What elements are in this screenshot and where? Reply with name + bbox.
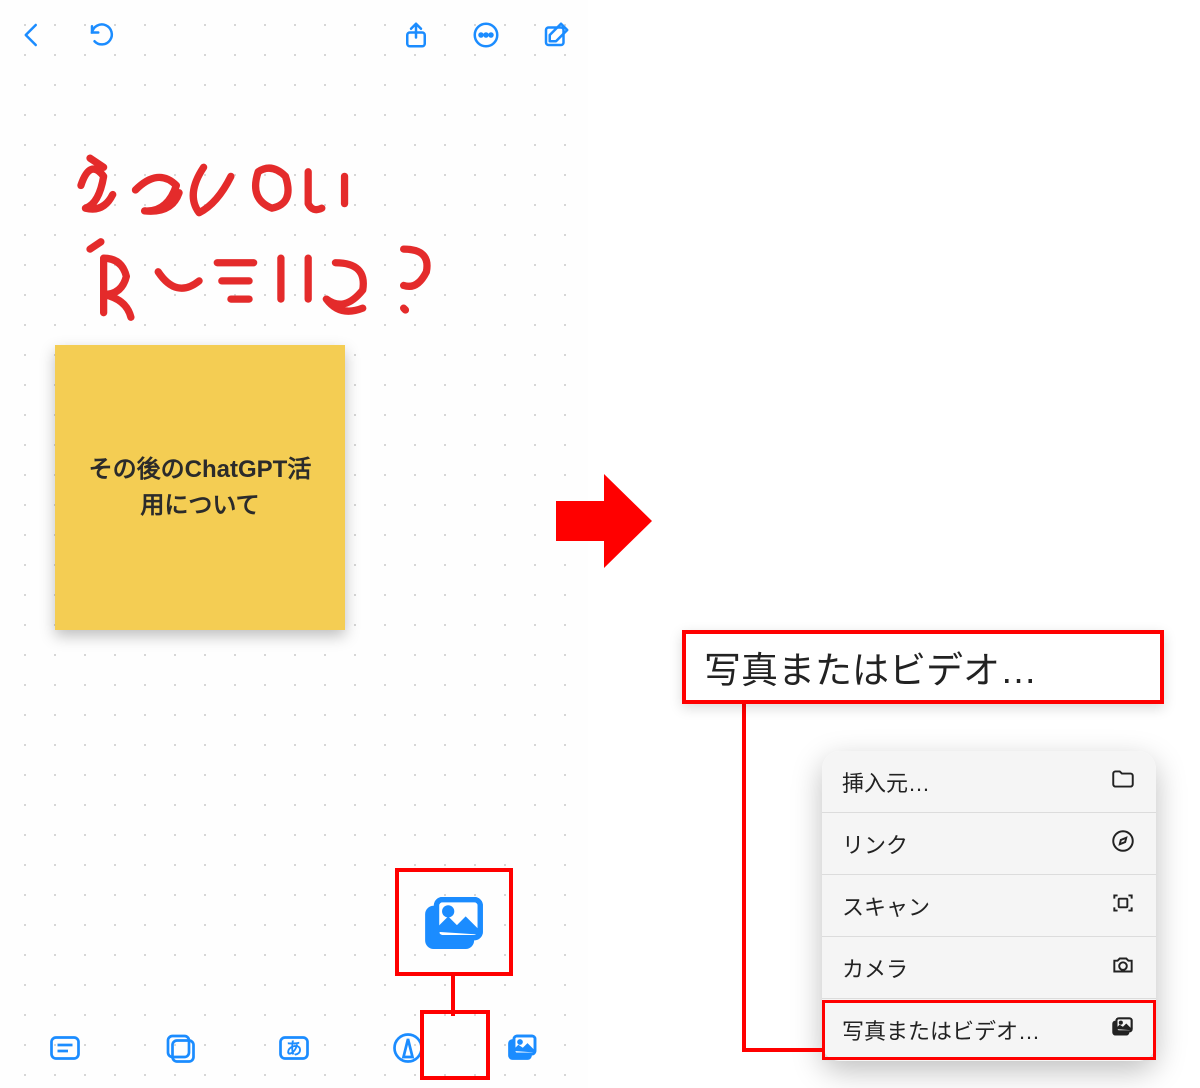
left-screen: その後のChatGPT活用について あ xyxy=(0,0,588,1088)
top-toolbar-left xyxy=(0,0,588,70)
svg-text:あ: あ xyxy=(286,1039,303,1058)
callout-text: 写真またはビデオ… xyxy=(704,640,1037,694)
share-icon[interactable] xyxy=(394,13,438,57)
undo-icon[interactable] xyxy=(80,13,124,57)
compass-icon xyxy=(1110,828,1136,860)
more-icon[interactable] xyxy=(464,13,508,57)
connector-line-3 xyxy=(742,1048,822,1052)
menu-item-camera[interactable]: カメラ xyxy=(822,937,1156,999)
drawing-tool-icon[interactable] xyxy=(384,1024,432,1072)
insert-menu-popover: 挿入元… リンク スキャン カメラ 写真またはビデオ… xyxy=(822,751,1156,1061)
menu-item-scan[interactable]: スキャン xyxy=(822,875,1156,937)
gallery-icon xyxy=(1110,1014,1136,1046)
menu-item-link[interactable]: リンク xyxy=(822,813,1156,875)
menu-item-label: スキャン xyxy=(842,890,930,922)
menu-item-label: 写真またはビデオ… xyxy=(842,1014,1040,1046)
menu-item-label: 挿入元… xyxy=(842,766,930,798)
compose-icon[interactable] xyxy=(534,13,578,57)
menu-item-insert-from[interactable]: 挿入元… xyxy=(822,751,1156,813)
connector-line-1 xyxy=(451,976,455,1016)
text-block-icon[interactable] xyxy=(41,1024,89,1072)
bottom-toolbar-left: あ xyxy=(0,1008,588,1088)
camera-icon xyxy=(1110,952,1136,984)
connector-line-2 xyxy=(742,704,746,1052)
text-style-icon[interactable]: あ xyxy=(270,1024,318,1072)
sticky-note-text: その後のChatGPT活用について xyxy=(85,452,315,524)
menu-item-label: カメラ xyxy=(842,952,908,984)
sticky-add-icon[interactable] xyxy=(156,1024,204,1072)
red-arrow-icon xyxy=(556,466,652,576)
media-insert-icon[interactable] xyxy=(499,1024,547,1072)
handwriting-text xyxy=(30,140,550,340)
callout-label: 写真またはビデオ… xyxy=(682,630,1164,704)
media-insert-button-large[interactable] xyxy=(418,888,490,963)
sticky-note[interactable]: その後のChatGPT活用について xyxy=(55,345,345,630)
back-icon[interactable] xyxy=(10,13,54,57)
menu-item-label: リンク xyxy=(842,828,908,860)
scan-icon xyxy=(1110,890,1136,922)
menu-item-photo-video[interactable]: 写真またはビデオ… xyxy=(822,999,1156,1061)
folder-icon xyxy=(1110,766,1136,798)
